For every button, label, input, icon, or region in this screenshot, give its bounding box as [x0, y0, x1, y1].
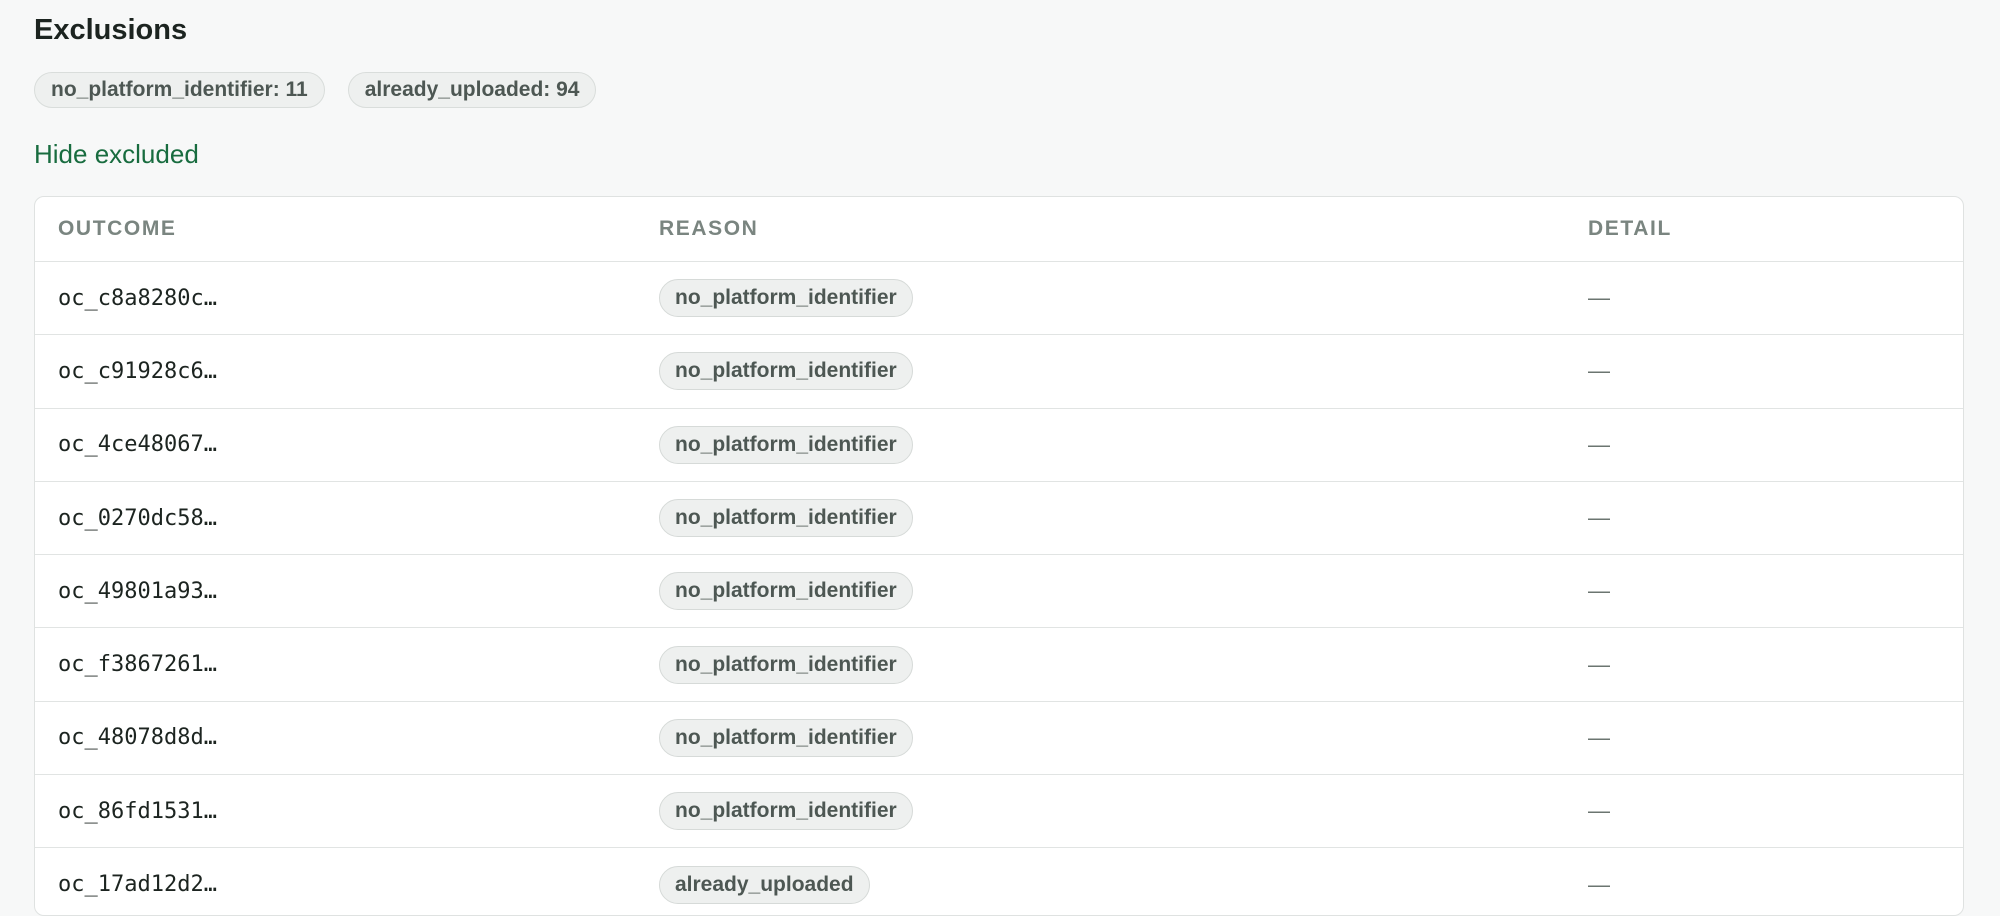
reason-chip: no_platform_identifier	[659, 645, 913, 684]
detail-value: —	[1588, 798, 1610, 824]
table-row: oc_c8a8280c… no_platform_identifier —	[35, 262, 1963, 336]
table-row: oc_c91928c6… no_platform_identifier —	[35, 335, 1963, 409]
table-row: oc_4ce48067… no_platform_identifier —	[35, 409, 1963, 482]
table-row: oc_86fd1531… no_platform_identifier —	[35, 775, 1963, 849]
hide-excluded-link[interactable]: Hide excluded	[34, 138, 199, 170]
detail-value: —	[1588, 578, 1610, 604]
outcome-id: oc_4ce48067…	[58, 432, 217, 458]
reason-chip: already_uploaded	[659, 865, 870, 904]
reason-chip: no_platform_identifier	[659, 499, 913, 538]
outcome-id: oc_86fd1531…	[58, 798, 217, 824]
reason-chip: no_platform_identifier	[659, 572, 913, 611]
outcome-id: oc_48078d8d…	[58, 725, 217, 751]
outcome-id: oc_17ad12d2…	[58, 872, 217, 898]
outcome-id: oc_c8a8280c…	[58, 285, 217, 311]
detail-value: —	[1588, 871, 1610, 897]
table-row: oc_0270dc58… no_platform_identifier —	[35, 482, 1963, 556]
table-row: oc_17ad12d2… already_uploaded —	[35, 848, 1963, 915]
table-row: oc_f3867261… no_platform_identifier —	[35, 628, 1963, 702]
outcome-id: oc_0270dc58…	[58, 505, 217, 531]
detail-value: —	[1588, 505, 1610, 531]
section-title: Exclusions	[34, 14, 188, 46]
column-header-outcome: OUTCOME	[58, 217, 177, 240]
outcome-id: oc_49801a93…	[58, 578, 217, 604]
detail-value: —	[1588, 285, 1610, 311]
table-header: OUTCOME REASON DETAIL	[35, 197, 1963, 262]
table-row: oc_49801a93… no_platform_identifier —	[35, 555, 1963, 629]
outcome-id: oc_f3867261…	[58, 652, 217, 678]
summary-chips: no_platform_identifier: 11 already_uploa…	[34, 72, 597, 108]
detail-value: —	[1588, 431, 1610, 457]
detail-value: —	[1588, 358, 1610, 384]
detail-value: —	[1588, 651, 1610, 677]
reason-chip: no_platform_identifier	[659, 279, 913, 318]
column-header-detail: DETAIL	[1588, 217, 1672, 240]
table-row: oc_48078d8d… no_platform_identifier —	[35, 702, 1963, 776]
detail-value: —	[1588, 724, 1610, 750]
reason-chip: no_platform_identifier	[659, 792, 913, 831]
reason-chip: no_platform_identifier	[659, 425, 913, 464]
outcome-id: oc_c91928c6…	[58, 358, 217, 384]
reason-chip: no_platform_identifier	[659, 352, 913, 391]
summary-chip-already-uploaded: already_uploaded: 94	[347, 72, 597, 108]
exclusions-table: OUTCOME REASON DETAIL oc_c8a8280c… no_pl…	[34, 196, 1964, 916]
summary-chip-no-platform-identifier: no_platform_identifier: 11	[34, 72, 325, 108]
reason-chip: no_platform_identifier	[659, 718, 913, 757]
column-header-reason: REASON	[659, 217, 759, 240]
